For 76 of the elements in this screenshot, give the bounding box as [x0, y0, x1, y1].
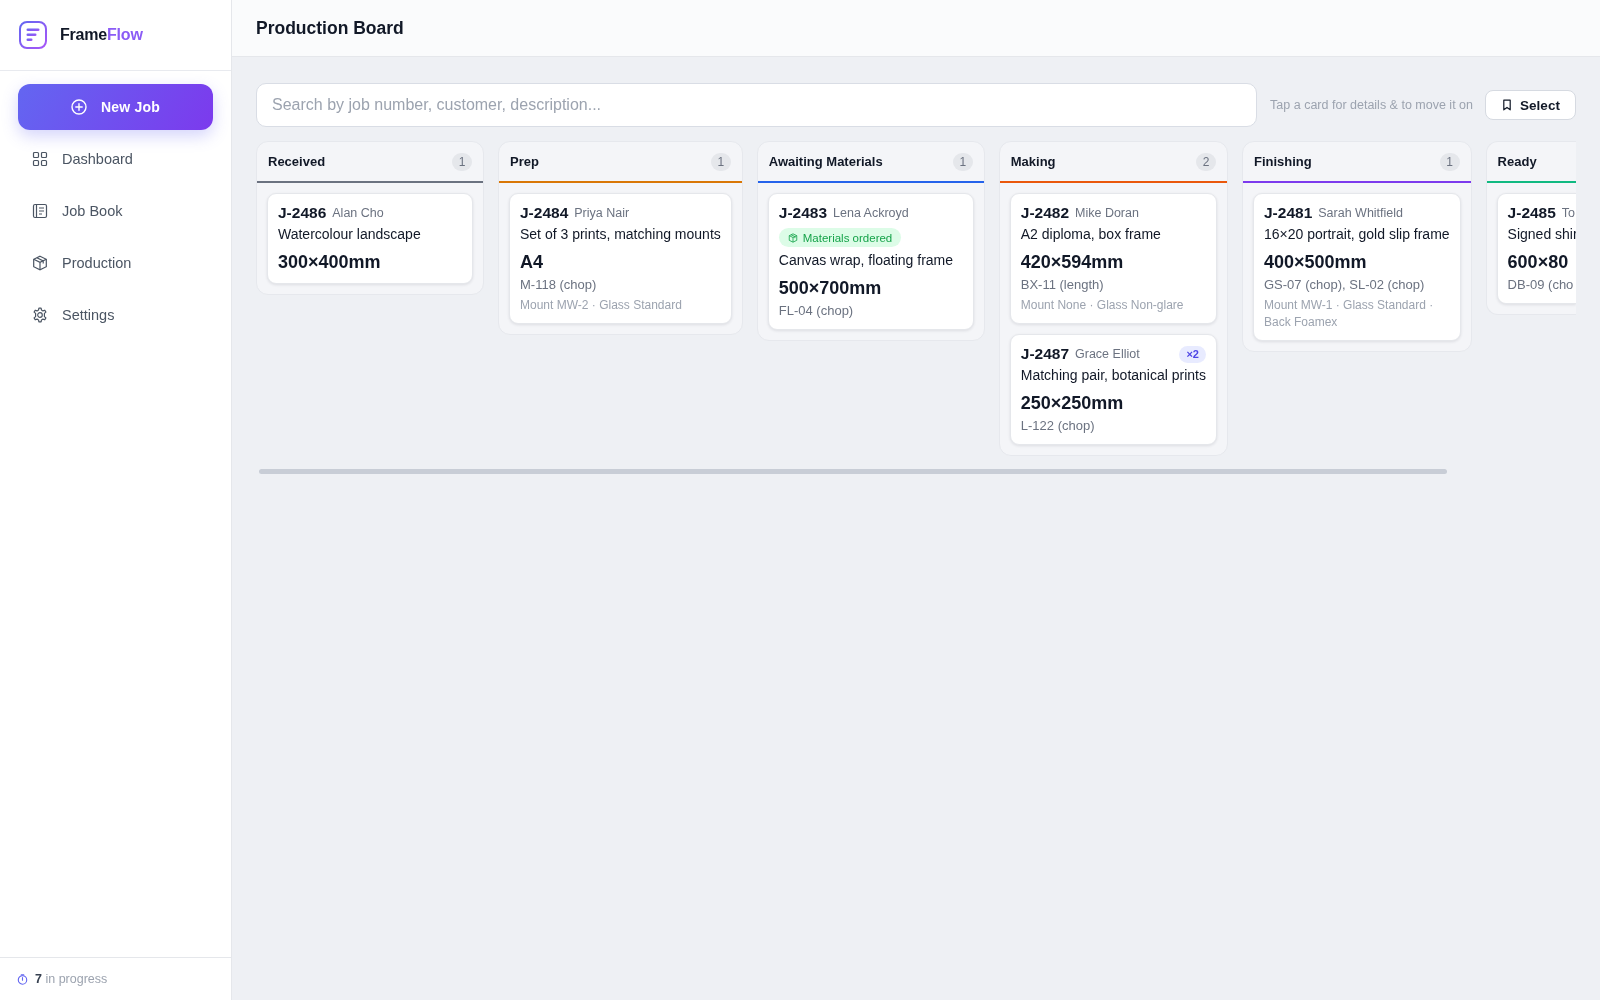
- search-field[interactable]: Search by job number, customer, description...: [256, 83, 1258, 127]
- frame-size: 250×250mm: [1020, 392, 1125, 415]
- frame-size: 420×594mm: [1020, 251, 1125, 274]
- frame-size: 600×80: [1507, 251, 1570, 274]
- job-card[interactable]: J-2486 Alan Cho Watercolour landscape 300×400mm: [267, 193, 473, 284]
- column-title: Making: [1010, 154, 1056, 169]
- scrollbar-thumb[interactable]: [259, 469, 1447, 474]
- column-count: 1: [710, 152, 731, 171]
- logo-icon: [19, 21, 47, 49]
- customer-name: Mike Doran: [1075, 206, 1139, 220]
- column-title: Received: [268, 154, 326, 169]
- job-details: Mount None · Glass Non-glare: [1020, 297, 1185, 314]
- quantity-tag: ×2: [1179, 345, 1206, 363]
- sidebar-item[interactable]: Dashboard: [18, 137, 213, 181]
- moulding-code: GS-07 (chop), SL-02 (chop): [1264, 276, 1426, 294]
- moulding-code: DB-09 (cho: [1507, 276, 1575, 294]
- job-card[interactable]: J-2482 Mike Doran A2 diploma, box frame 420×594mm BX-11 (length) Mount None · Glass Non-glare: [1009, 193, 1217, 324]
- grid-icon: [32, 151, 48, 167]
- job-number: J-2487: [1020, 345, 1070, 363]
- plus-circle-icon: [71, 99, 87, 115]
- job-card[interactable]: J-2484 Priya Nair Set of 3 prints, matching mounts A4 M-118 (chop) Mount MW-2 · Glass Standard: [509, 193, 732, 324]
- column-title: Finishing: [1254, 154, 1312, 169]
- job-description: A2 diploma, box frame: [1020, 225, 1162, 244]
- status-label: Materials ordered: [802, 231, 893, 244]
- job-description: Set of 3 prints, matching mounts: [520, 225, 721, 244]
- select-button[interactable]: Select: [1485, 90, 1576, 120]
- moulding-code: FL-04 (chop): [778, 302, 855, 320]
- column-title: Ready: [1497, 154, 1537, 169]
- customer-name: Sarah Whitfield: [1318, 206, 1403, 220]
- brand-name: FrameFlow: [60, 26, 143, 44]
- column-count: 1: [952, 152, 973, 171]
- settings-icon: [32, 307, 48, 323]
- job-number: J-2481: [1264, 204, 1313, 222]
- job-number: J-2486: [278, 204, 327, 222]
- sidebar-item[interactable]: Job Book: [18, 189, 213, 233]
- bookmark-icon: [1501, 99, 1514, 111]
- customer-name: Alan Cho: [332, 206, 384, 220]
- notebook-icon: [32, 203, 48, 219]
- job-number: J-2484: [520, 204, 569, 222]
- job-details: Mount MW-2 · Glass Standard: [520, 297, 683, 314]
- column-title: Awaiting Materials: [768, 154, 883, 169]
- page-title: Production Board: [256, 17, 404, 39]
- moulding-code: BX-11 (length): [1020, 276, 1105, 294]
- frame-size: A4: [520, 251, 544, 274]
- job-card[interactable]: J-2481 Sarah Whitfield 16×20 portrait, gold slip frame 400×500mm GS-07 (chop), SL-02 (chop) Mount MW-1 · Glass Standard · Back Foamex: [1253, 193, 1461, 341]
- frame-size: 300×400mm: [278, 251, 382, 274]
- job-details: Mount MW-1 · Glass Standard · Back Foamex: [1264, 297, 1435, 331]
- frame-size: 400×500mm: [1264, 251, 1368, 274]
- clock-icon: [17, 973, 28, 985]
- job-description: Watercolour landscape: [278, 225, 422, 244]
- sidebar-item[interactable]: Production: [18, 241, 213, 285]
- hint-text: Tap a card for details & to move it on: [1270, 98, 1473, 112]
- job-card[interactable]: J-2487 Grace Elliot ×2 Matching pair, botanical prints 250×250mm L-122 (chop): [1009, 334, 1217, 445]
- box-icon: [787, 232, 798, 243]
- job-card[interactable]: J-2483 Lena Ackroyd Materials ordered Canvas wrap, floating frame 500×700mm FL-04 (chop): [767, 193, 974, 330]
- column-title: Prep: [510, 154, 539, 169]
- job-description: Canvas wrap, floating frame: [778, 251, 955, 270]
- job-number: J-2483: [778, 204, 828, 222]
- moulding-code: M-118 (chop): [520, 276, 598, 294]
- job-number: J-2485: [1507, 204, 1556, 222]
- customer-name: To: [1561, 206, 1576, 220]
- new-job-button[interactable]: New Job: [18, 84, 213, 130]
- customer-name: Priya Nair: [574, 206, 630, 220]
- column-count: 1: [1439, 152, 1460, 171]
- customer-name: Lena Ackroyd: [833, 206, 909, 220]
- frame-size: 500×700mm: [778, 277, 883, 300]
- column-count: 1: [452, 152, 472, 171]
- customer-name: Grace Elliot: [1075, 347, 1140, 361]
- job-description: 16×20 portrait, gold slip frame: [1264, 225, 1450, 244]
- sidebar-item[interactable]: Settings: [18, 293, 213, 337]
- box-icon: [32, 255, 48, 271]
- jobs-in-progress-text: 7 in progress: [35, 972, 108, 986]
- job-description: Matching pair, botanical prints: [1020, 366, 1206, 385]
- job-number: J-2482: [1020, 204, 1070, 222]
- moulding-code: L-122 (chop): [1020, 417, 1096, 435]
- column-count: 2: [1196, 152, 1216, 171]
